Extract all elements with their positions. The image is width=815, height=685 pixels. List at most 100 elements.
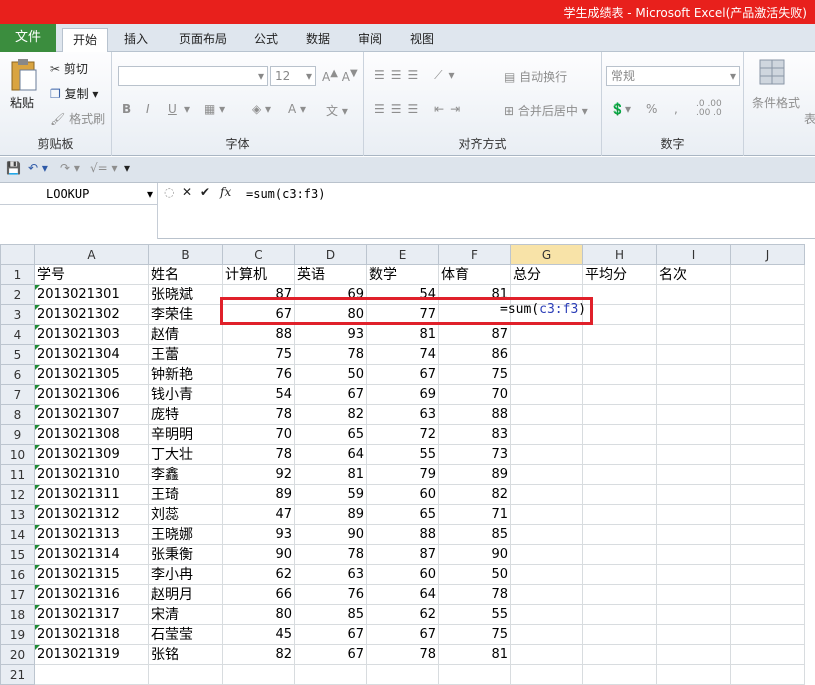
cell[interactable] xyxy=(730,484,805,505)
row-header[interactable]: 2 xyxy=(0,284,35,305)
comma-button[interactable]: , xyxy=(674,102,678,116)
header-cell[interactable]: 总分 xyxy=(510,264,583,285)
score-cell[interactable]: 60 xyxy=(366,564,439,585)
cell[interactable] xyxy=(294,664,367,685)
cell[interactable] xyxy=(510,504,583,525)
cell[interactable] xyxy=(510,544,583,565)
cell[interactable] xyxy=(656,604,731,625)
student-name-cell[interactable]: 赵倩 xyxy=(148,324,223,345)
cell[interactable] xyxy=(582,484,657,505)
cell[interactable] xyxy=(582,644,657,665)
score-cell[interactable]: 90 xyxy=(294,524,367,545)
student-id-cell[interactable]: 2013021304 xyxy=(34,344,149,365)
score-cell[interactable]: 93 xyxy=(222,524,295,545)
tab-data[interactable]: 数据 xyxy=(298,28,338,52)
row-header[interactable]: 16 xyxy=(0,564,35,585)
student-name-cell[interactable]: 张铭 xyxy=(148,644,223,665)
cell[interactable] xyxy=(656,564,731,585)
copy-button[interactable]: ❐ 复制 ▾ xyxy=(50,85,98,102)
score-cell[interactable]: 67 xyxy=(366,624,439,645)
cell[interactable] xyxy=(510,624,583,645)
score-cell[interactable]: 66 xyxy=(222,584,295,605)
score-cell[interactable]: 83 xyxy=(438,424,511,445)
score-cell[interactable]: 82 xyxy=(438,484,511,505)
row-header[interactable]: 5 xyxy=(0,344,35,365)
row-header[interactable]: 11 xyxy=(0,464,35,485)
student-name-cell[interactable]: 宋清 xyxy=(148,604,223,625)
score-cell[interactable]: 82 xyxy=(222,644,295,665)
student-id-cell[interactable]: 2013021303 xyxy=(34,324,149,345)
cell[interactable] xyxy=(656,524,731,545)
cell[interactable] xyxy=(510,484,583,505)
row-header[interactable]: 8 xyxy=(0,404,35,425)
cell[interactable] xyxy=(510,564,583,585)
student-name-cell[interactable]: 赵明月 xyxy=(148,584,223,605)
cell[interactable] xyxy=(510,404,583,425)
cell[interactable] xyxy=(656,384,731,405)
row-header[interactable]: 18 xyxy=(0,604,35,625)
column-header[interactable]: D xyxy=(294,244,367,265)
header-cell[interactable]: 数学 xyxy=(366,264,439,285)
active-cell-edit[interactable]: =sum(c3:f3) xyxy=(500,302,586,317)
score-cell[interactable]: 54 xyxy=(222,384,295,405)
cell[interactable] xyxy=(582,404,657,425)
header-cell[interactable]: 名次 xyxy=(656,264,731,285)
student-name-cell[interactable]: 王晓娜 xyxy=(148,524,223,545)
score-cell[interactable]: 93 xyxy=(294,324,367,345)
cell[interactable] xyxy=(730,664,805,685)
score-cell[interactable]: 81 xyxy=(438,644,511,665)
cell[interactable] xyxy=(730,464,805,485)
cell[interactable] xyxy=(582,504,657,525)
score-cell[interactable]: 75 xyxy=(438,624,511,645)
student-id-cell[interactable]: 2013021302 xyxy=(34,304,149,325)
student-name-cell[interactable]: 李小冉 xyxy=(148,564,223,585)
cell[interactable] xyxy=(510,644,583,665)
column-header[interactable]: J xyxy=(730,244,805,265)
score-cell[interactable]: 89 xyxy=(438,464,511,485)
select-all-corner[interactable] xyxy=(0,244,35,265)
cell[interactable] xyxy=(510,464,583,485)
score-cell[interactable]: 88 xyxy=(222,324,295,345)
score-cell[interactable]: 78 xyxy=(438,584,511,605)
tab-file[interactable]: 文件 xyxy=(0,24,56,52)
cell[interactable] xyxy=(656,624,731,645)
cell[interactable] xyxy=(730,424,805,445)
cell[interactable] xyxy=(656,424,731,445)
cell[interactable] xyxy=(582,464,657,485)
cell[interactable] xyxy=(510,664,583,685)
score-cell[interactable]: 55 xyxy=(438,604,511,625)
cell[interactable] xyxy=(582,344,657,365)
row-header[interactable]: 12 xyxy=(0,484,35,505)
score-cell[interactable]: 89 xyxy=(222,484,295,505)
cell[interactable] xyxy=(656,284,731,305)
score-cell[interactable]: 62 xyxy=(222,564,295,585)
format-painter-button[interactable]: 🖌 格式刷 xyxy=(50,110,105,127)
column-header[interactable]: A xyxy=(34,244,149,265)
underline-button[interactable]: U xyxy=(168,102,177,116)
student-name-cell[interactable]: 王琦 xyxy=(148,484,223,505)
border-icon[interactable]: ▦ ▾ xyxy=(204,102,225,116)
cell[interactable] xyxy=(582,664,657,685)
cell[interactable] xyxy=(582,384,657,405)
paste-icon[interactable] xyxy=(8,58,38,94)
student-name-cell[interactable]: 钟新艳 xyxy=(148,364,223,385)
score-cell[interactable]: 88 xyxy=(438,404,511,425)
student-name-cell[interactable]: 张晓斌 xyxy=(148,284,223,305)
cell[interactable] xyxy=(34,664,149,685)
student-id-cell[interactable]: 2013021301 xyxy=(34,284,149,305)
score-cell[interactable]: 81 xyxy=(294,464,367,485)
score-cell[interactable]: 63 xyxy=(366,404,439,425)
student-name-cell[interactable]: 张秉衡 xyxy=(148,544,223,565)
student-name-cell[interactable]: 王蕾 xyxy=(148,344,223,365)
cell[interactable] xyxy=(510,364,583,385)
header-cell[interactable]: 英语 xyxy=(294,264,367,285)
score-cell[interactable]: 78 xyxy=(294,544,367,565)
cell[interactable] xyxy=(730,284,805,305)
student-id-cell[interactable]: 2013021319 xyxy=(34,644,149,665)
score-cell[interactable]: 67 xyxy=(294,644,367,665)
cell[interactable] xyxy=(510,584,583,605)
header-cell[interactable]: 计算机 xyxy=(222,264,295,285)
cell[interactable] xyxy=(510,384,583,405)
cell[interactable] xyxy=(222,664,295,685)
student-name-cell[interactable]: 庞特 xyxy=(148,404,223,425)
